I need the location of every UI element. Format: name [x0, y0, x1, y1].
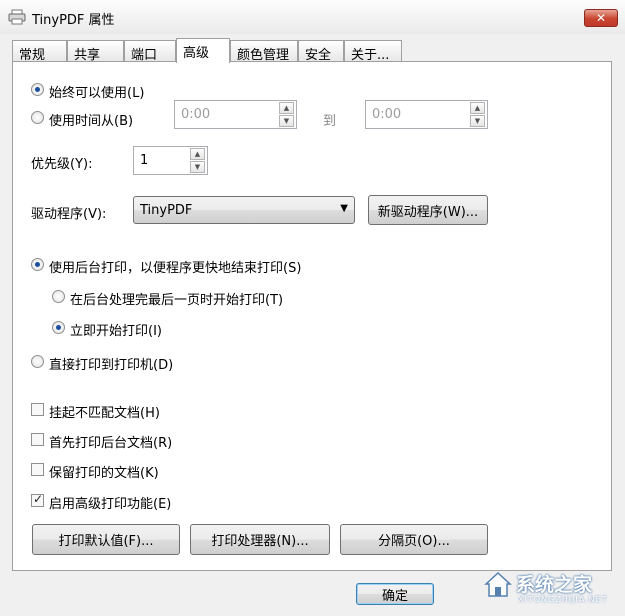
- start-immediately-label: 立即开始打印(I): [70, 324, 162, 339]
- priority-input[interactable]: 1 ▲ ▼: [133, 146, 208, 175]
- driver-label: 驱动程序(V):: [31, 207, 107, 222]
- priority-value: 1: [140, 153, 149, 168]
- from-time-down-icon[interactable]: ▼: [279, 115, 294, 127]
- to-time-up-icon[interactable]: ▲: [470, 102, 485, 114]
- always-available-label: 始终可以使用(L): [49, 86, 145, 101]
- close-button[interactable]: ✕: [584, 9, 618, 27]
- from-time-value: 0:00: [181, 107, 211, 122]
- to-label: 到: [323, 114, 337, 129]
- advanced-panel: 始终可以使用(L) 使用时间从(B) 0:00 ▲ ▼ 到 0:00 ▲ ▼ 优…: [12, 61, 612, 571]
- print-spooled-first-label: 首先打印后台文档(R): [49, 436, 173, 451]
- separator-page-button[interactable]: 分隔页(O)...: [340, 524, 488, 555]
- print-direct-radio[interactable]: [31, 355, 44, 368]
- to-time-down-icon[interactable]: ▼: [470, 115, 485, 127]
- tab-general[interactable]: 常规: [12, 40, 67, 63]
- available-from-radio[interactable]: [31, 111, 44, 124]
- to-time-input[interactable]: 0:00 ▲ ▼: [365, 100, 488, 129]
- driver-selected-value: TinyPDF: [140, 203, 193, 218]
- title-bar: TinyPDF 属性 ✕: [0, 0, 625, 34]
- ok-button[interactable]: 确定: [356, 583, 434, 605]
- tab-sharing[interactable]: 共享: [67, 40, 124, 63]
- properties-dialog: TinyPDF 属性 ✕ 常规 共享 端口 高级 颜色管理 安全 关于... 始…: [0, 0, 625, 616]
- advanced-features-checkbox[interactable]: ✓: [31, 492, 44, 507]
- tab-color-management[interactable]: 颜色管理: [230, 40, 298, 63]
- always-available-radio[interactable]: [31, 83, 44, 96]
- keep-printed-label: 保留打印的文档(K): [49, 466, 159, 481]
- watermark-subtext: XITONGZHIJIA.NET: [518, 595, 608, 604]
- watermark-text: 系统之家: [516, 574, 593, 596]
- watermark-logo: 系统之家 XITONGZHIJIA.NET: [476, 564, 621, 612]
- from-time-input[interactable]: 0:00 ▲ ▼: [174, 100, 297, 129]
- tab-advanced[interactable]: 高级: [176, 38, 230, 63]
- spool-radio[interactable]: [31, 258, 44, 271]
- advanced-features-label: 启用高级打印功能(E): [49, 497, 172, 512]
- new-driver-button[interactable]: 新驱动程序(W)...: [368, 195, 488, 225]
- print-spooled-first-checkbox[interactable]: [31, 433, 44, 446]
- from-time-up-icon[interactable]: ▲: [279, 102, 294, 114]
- print-processor-button[interactable]: 打印处理器(N)...: [190, 524, 330, 555]
- hold-mismatched-checkbox[interactable]: [31, 403, 44, 416]
- house-logo-icon: [484, 571, 512, 597]
- priority-label: 优先级(Y):: [31, 157, 93, 172]
- available-from-label: 使用时间从(B): [49, 114, 134, 129]
- start-after-last-page-label: 在后台处理完最后一页时开始打印(T): [70, 293, 284, 308]
- tab-bar: 常规 共享 端口 高级 颜色管理 安全 关于...: [12, 38, 612, 63]
- printer-icon: [8, 9, 26, 25]
- start-immediately-radio[interactable]: [52, 321, 65, 334]
- driver-select[interactable]: TinyPDF ▼: [133, 196, 355, 224]
- priority-up-icon[interactable]: ▲: [190, 148, 205, 160]
- checkmark-icon: ✓: [33, 492, 44, 506]
- separator: [31, 238, 486, 239]
- window-title: TinyPDF 属性: [32, 13, 115, 28]
- to-time-value: 0:00: [372, 107, 402, 122]
- spool-label: 使用后台打印，以便程序更快地结束打印(S): [49, 261, 302, 276]
- tab-about[interactable]: 关于...: [344, 40, 402, 63]
- separator: [31, 380, 486, 381]
- start-after-last-page-radio[interactable]: [52, 290, 65, 303]
- keep-printed-checkbox[interactable]: [31, 463, 44, 476]
- tab-ports[interactable]: 端口: [124, 40, 176, 63]
- printing-defaults-button[interactable]: 打印默认值(F)...: [32, 524, 180, 555]
- hold-mismatched-label: 挂起不匹配文档(H): [49, 406, 160, 421]
- priority-down-icon[interactable]: ▼: [190, 161, 205, 173]
- print-direct-label: 直接打印到打印机(D): [49, 358, 174, 373]
- dropdown-arrow-icon: ▼: [340, 203, 348, 214]
- tab-security[interactable]: 安全: [298, 40, 344, 63]
